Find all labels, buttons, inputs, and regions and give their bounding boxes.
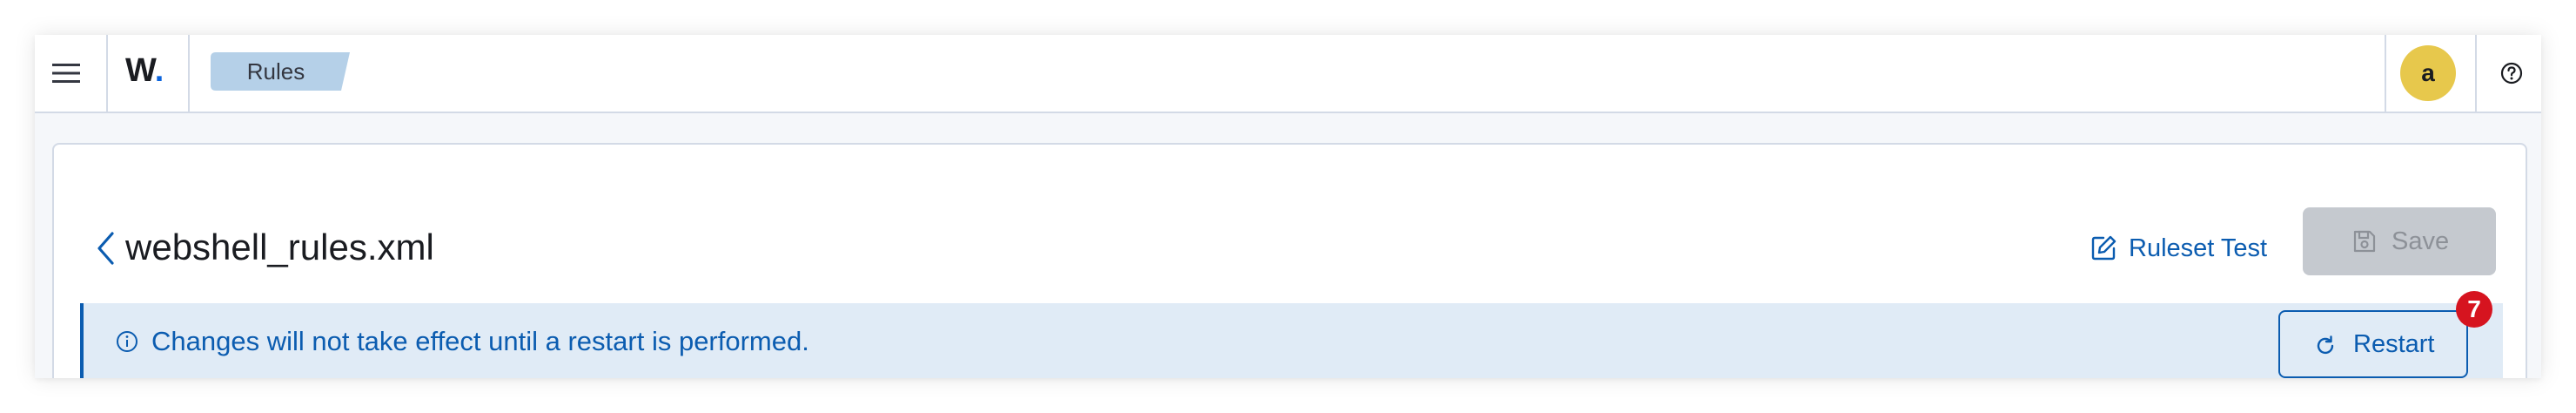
app-logo[interactable]: W. <box>125 49 164 92</box>
floppy-disk-icon <box>2353 230 2376 253</box>
restart-button[interactable]: Restart <box>2278 310 2468 378</box>
user-avatar[interactable]: a <box>2400 45 2456 101</box>
info-circle-icon <box>117 331 138 352</box>
header-divider <box>106 35 108 112</box>
page-title: webshell_rules.xml <box>125 227 434 267</box>
help-button[interactable] <box>2494 56 2529 91</box>
logo-dot: . <box>154 52 164 89</box>
back-button[interactable] <box>91 227 120 270</box>
logo-text: W <box>125 52 155 89</box>
top-header: W. Rules a <box>35 35 2541 113</box>
notification-badge: 7 <box>2456 291 2492 328</box>
save-label: Save <box>2392 227 2450 255</box>
hamburger-menu-icon <box>52 64 80 83</box>
breadcrumb-rules[interactable]: Rules <box>211 52 350 91</box>
ruleset-test-label: Ruleset Test <box>2129 234 2268 262</box>
restart-label: Restart <box>2353 330 2435 358</box>
refresh-icon <box>2317 335 2334 355</box>
callout-message: Changes will not take effect until a res… <box>151 326 809 356</box>
header-divider <box>188 35 190 112</box>
rule-file-panel: webshell_rules.xml Ruleset Test Save Cha <box>52 143 2527 378</box>
restart-callout: Changes will not take effect until a res… <box>80 291 2503 378</box>
save-button[interactable]: Save <box>2303 207 2496 275</box>
question-circle-icon <box>2500 62 2523 85</box>
header-divider <box>2385 35 2386 112</box>
menu-button[interactable] <box>47 54 85 92</box>
breadcrumb-label: Rules <box>246 58 305 85</box>
edit-document-icon <box>2091 235 2116 261</box>
header-divider <box>2475 35 2477 112</box>
app-window: W. Rules a webshell_rules.xml Ruleset Te… <box>35 35 2541 378</box>
chevron-left-icon <box>97 232 114 265</box>
